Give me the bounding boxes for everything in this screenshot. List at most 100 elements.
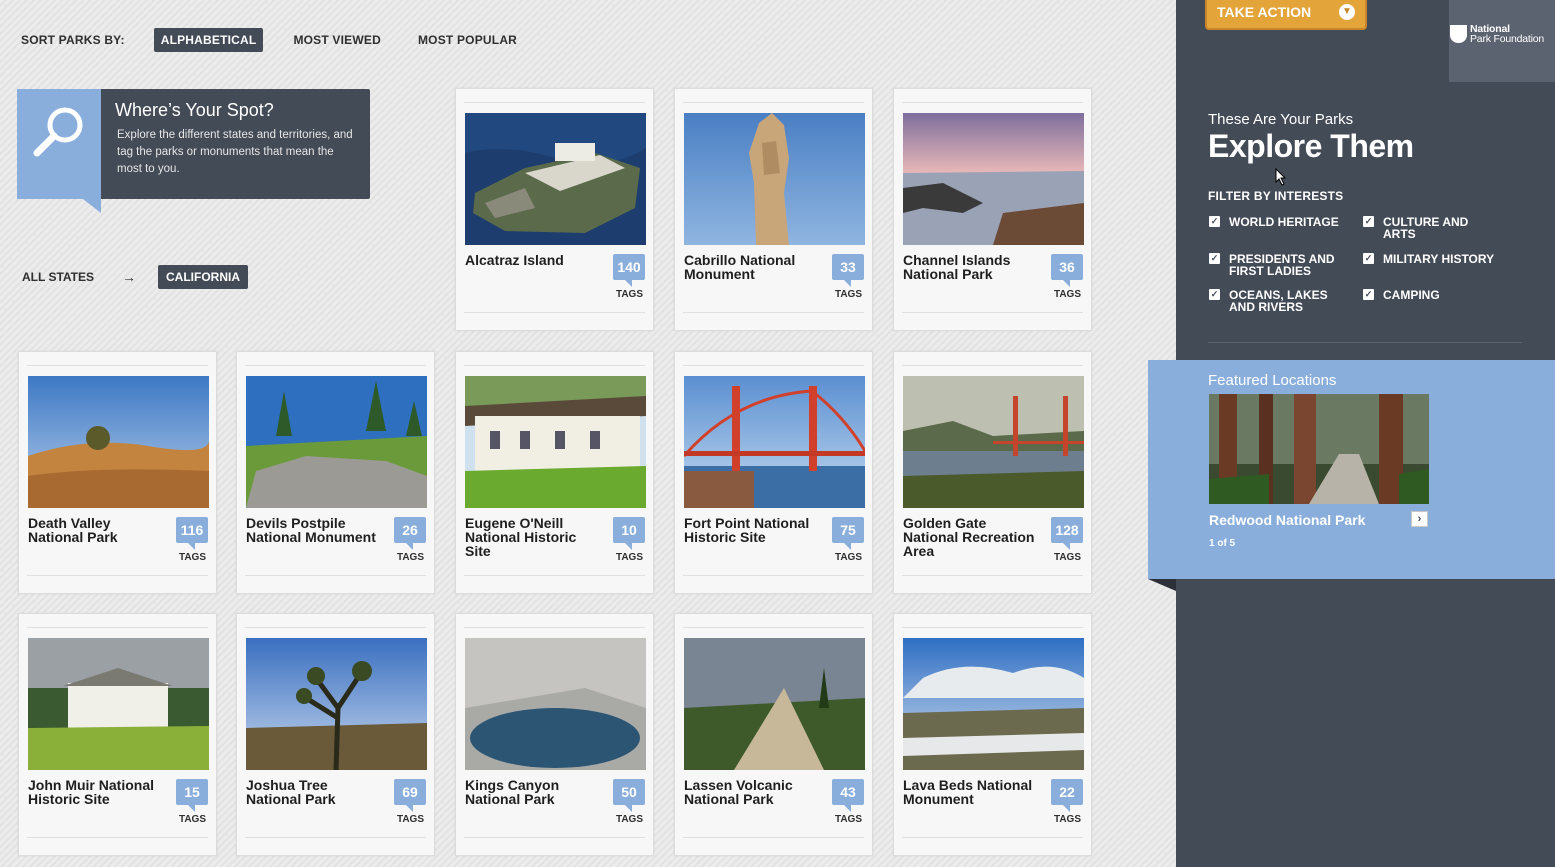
- tag-count-badge[interactable]: 22: [1051, 779, 1083, 812]
- tag-count-badge[interactable]: 116: [176, 517, 208, 550]
- selected-state[interactable]: CALIFORNIA: [158, 265, 248, 289]
- filter-culture-arts[interactable]: ✓ CULTURE AND ARTS: [1363, 216, 1468, 240]
- filter-label-text: MILITARY HISTORY: [1383, 252, 1495, 266]
- filter-world-heritage[interactable]: ✓ WORLD HERITAGE: [1209, 216, 1339, 228]
- park-card[interactable]: Alcatraz Island 140 TAGS: [455, 88, 654, 331]
- filter-presidents[interactable]: ✓ PRESIDENTS AND FIRST LADIES: [1209, 253, 1335, 277]
- checkbox-checked-icon[interactable]: ✓: [1209, 289, 1220, 300]
- park-name: Fort Point National Historic Site: [684, 515, 810, 545]
- checkbox-checked-icon[interactable]: ✓: [1363, 216, 1374, 227]
- park-card[interactable]: Lava Beds National Monument 22 TAGS: [893, 613, 1092, 856]
- tag-count-badge[interactable]: 10: [613, 517, 645, 550]
- park-photo: [684, 638, 865, 770]
- featured-photo[interactable]: [1209, 394, 1429, 504]
- featured-locations: Featured Locations Redwood National Park…: [1148, 360, 1555, 591]
- park-card[interactable]: Fort Point National Historic Site 75 TAG…: [674, 351, 873, 594]
- park-photo: [684, 376, 865, 508]
- state-filter: ALL STATES → CALIFORNIA: [22, 265, 248, 289]
- tag-count-badge[interactable]: 36: [1051, 254, 1083, 287]
- park-photo: [903, 638, 1084, 770]
- npf-logo-text: National Park Foundation: [1470, 23, 1545, 45]
- tags-label: TAGS: [615, 289, 643, 300]
- park-card[interactable]: Joshua Tree National Park 69 TAGS: [236, 613, 435, 856]
- spot-info-box: Where’s Your Spot? Explore the different…: [17, 89, 370, 213]
- tags-label: TAGS: [615, 814, 643, 825]
- mouse-cursor-icon: [1275, 167, 1287, 191]
- filter-label-text: OCEANS, LAKES AND RIVERS: [1229, 288, 1328, 314]
- park-name: Channel Islands National Park: [903, 252, 1011, 282]
- park-card[interactable]: Channel Islands National Park 36 TAGS: [893, 88, 1092, 331]
- park-photo: [28, 376, 209, 508]
- tag-count-badge[interactable]: 26: [394, 517, 426, 550]
- arrow-down-icon: ▼: [1339, 4, 1355, 20]
- checkbox-checked-icon[interactable]: ✓: [1209, 216, 1220, 227]
- tags-label: TAGS: [1053, 814, 1081, 825]
- park-name: Lassen Volcanic National Park: [684, 777, 793, 807]
- tags-label: TAGS: [1053, 289, 1081, 300]
- tag-count-badge[interactable]: 15: [176, 779, 208, 812]
- sidebar-kicker: These Are Your Parks: [1208, 111, 1354, 128]
- search-icon: [17, 89, 101, 213]
- filter-label-text: PRESIDENTS AND FIRST LADIES: [1229, 252, 1335, 278]
- park-photo: [684, 113, 865, 245]
- park-photo: [465, 113, 646, 245]
- tag-count-badge[interactable]: 43: [832, 779, 864, 812]
- park-card[interactable]: Golden Gate National Recreation Area 128…: [893, 351, 1092, 594]
- sort-label: SORT PARKS BY:: [21, 32, 125, 47]
- park-photo: [246, 638, 427, 770]
- tags-label: TAGS: [615, 552, 643, 563]
- filter-oceans-lakes-rivers[interactable]: ✓ OCEANS, LAKES AND RIVERS: [1209, 289, 1328, 313]
- tag-count-badge[interactable]: 50: [613, 779, 645, 812]
- filter-camping[interactable]: ✓ CAMPING: [1363, 289, 1440, 301]
- park-name: Alcatraz Island: [465, 252, 564, 268]
- tags-label: TAGS: [834, 289, 862, 300]
- park-photo: [246, 376, 427, 508]
- park-card[interactable]: Death Valley National Park 116 TAGS: [18, 351, 217, 594]
- npf-logo[interactable]: National Park Foundation: [1449, 0, 1555, 82]
- park-photo: [903, 113, 1084, 245]
- park-photo: [465, 376, 646, 508]
- sort-bar: SORT PARKS BY: ALPHABETICAL MOST VIEWED …: [21, 27, 554, 52]
- take-action-button[interactable]: TAKE ACTION ▼: [1205, 0, 1367, 30]
- tags-label: TAGS: [834, 552, 862, 563]
- tags-label: TAGS: [178, 814, 206, 825]
- shield-icon: [1450, 25, 1467, 43]
- sidebar-title: Explore Them: [1208, 128, 1414, 164]
- sort-most-viewed[interactable]: MOST VIEWED: [293, 33, 381, 47]
- divider: [1208, 342, 1522, 343]
- tags-label: TAGS: [1053, 552, 1081, 563]
- chevron-right-icon[interactable]: ›: [1411, 511, 1428, 527]
- park-name: Joshua Tree National Park: [246, 777, 336, 807]
- park-card[interactable]: John Muir National Historic Site 15 TAGS: [18, 613, 217, 856]
- tags-label: TAGS: [178, 552, 206, 563]
- filter-military-history[interactable]: ✓ MILITARY HISTORY: [1363, 253, 1494, 265]
- checkbox-checked-icon[interactable]: ✓: [1363, 289, 1374, 300]
- tag-count-badge[interactable]: 128: [1051, 517, 1083, 550]
- sort-most-popular[interactable]: MOST POPULAR: [418, 33, 517, 47]
- park-photo: [903, 376, 1084, 508]
- park-name: Kings Canyon National Park: [465, 777, 560, 807]
- park-card[interactable]: Eugene O'Neill National Historic Site 10…: [455, 351, 654, 594]
- park-photo: [28, 638, 209, 770]
- checkbox-checked-icon[interactable]: ✓: [1209, 253, 1220, 264]
- featured-label: Featured Locations: [1208, 372, 1337, 389]
- park-card[interactable]: Devils Postpile National Monument 26 TAG…: [236, 351, 435, 594]
- tag-count-badge[interactable]: 33: [832, 254, 864, 287]
- filter-label-text: WORLD HERITAGE: [1229, 215, 1339, 229]
- park-name: Golden Gate National Recreation Area: [903, 515, 1035, 559]
- tags-label: TAGS: [396, 814, 424, 825]
- park-card[interactable]: Lassen Volcanic National Park 43 TAGS: [674, 613, 873, 856]
- featured-park-name[interactable]: Redwood National Park: [1209, 512, 1365, 528]
- park-card[interactable]: Kings Canyon National Park 50 TAGS: [455, 613, 654, 856]
- tag-count-badge[interactable]: 75: [832, 517, 864, 550]
- spot-title: Where’s Your Spot?: [115, 100, 274, 120]
- tags-label: TAGS: [834, 814, 862, 825]
- tag-count-badge[interactable]: 69: [394, 779, 426, 812]
- park-name: John Muir National Historic Site: [28, 777, 154, 807]
- all-states-link[interactable]: ALL STATES: [22, 270, 94, 284]
- checkbox-checked-icon[interactable]: ✓: [1363, 253, 1374, 264]
- park-photo: [465, 638, 646, 770]
- park-card[interactable]: Cabrillo National Monument 33 TAGS: [674, 88, 873, 331]
- sort-alphabetical[interactable]: ALPHABETICAL: [153, 27, 264, 52]
- tag-count-badge[interactable]: 140: [613, 254, 645, 287]
